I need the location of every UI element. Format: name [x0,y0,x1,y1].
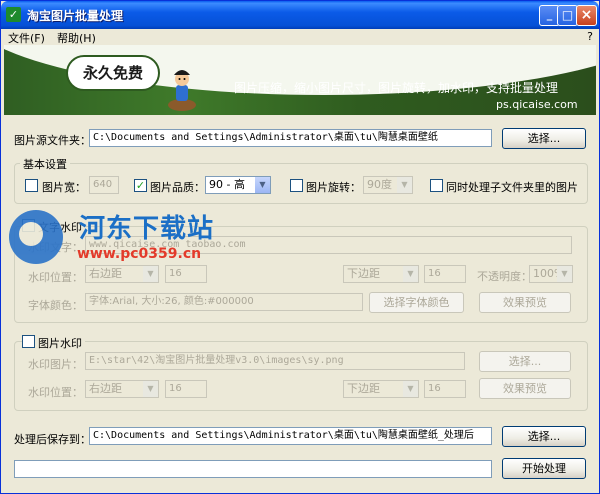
img-wm-browse-button[interactable]: 选择... [479,351,571,372]
wm-text-input[interactable]: www.qicaise.com taobao.com [85,236,572,254]
rotate-label: 图片旋转： [306,181,361,194]
menu-help[interactable]: 帮助(H) [57,30,96,46]
quality-select[interactable]: 90 - 高 ▼ [205,176,271,194]
wm-opacity-label: 不透明度： [477,270,532,283]
wm-pos2-value: 下边距 [347,267,380,280]
app-window: ✓ 淘宝图片批量处理 _ □ × 文件(F) 帮助(H) ? 永久免费 图片压缩… [0,0,600,494]
output-path-input[interactable]: C:\Documents and Settings\Administrator\… [89,427,492,445]
rotate-select[interactable]: 90度 ▼ [363,176,413,194]
output-label: 处理后保存到： [14,433,91,446]
quality-select-value: 90 - 高 [209,178,245,191]
rotate-checkbox[interactable] [290,179,303,192]
window-title: 淘宝图片批量处理 [27,9,124,23]
wm-pos2-select[interactable]: 下边距 ▼ [343,265,419,283]
img-wm-preview-button[interactable]: 效果预览 [479,378,571,399]
source-path-input[interactable]: C:\Documents and Settings\Administrator\… [89,129,492,147]
banner-slogan: 图片压缩，缩小图片尺寸，图片旋转，加水印，支持批量处理 [234,81,559,95]
text-watermark-checkbox[interactable] [22,219,35,232]
menu-file[interactable]: 文件(F) [8,30,45,46]
wm-font-input[interactable]: 字体:Arial, 大小:26, 颜色:#000000 [85,293,363,311]
chevron-down-icon: ▼ [143,266,158,282]
wm-pos-value: 右边距 [89,267,122,280]
basic-settings-title: 基本设置 [20,156,70,172]
img-wm-pos-value: 右边距 [89,382,122,395]
source-browse-button[interactable]: 选择... [502,128,586,149]
rotate-select-value: 90度 [367,178,392,191]
wm-font-button[interactable]: 选择字体颜色 [369,292,464,313]
mascot-icon [168,70,196,111]
wm-pos2-num[interactable]: 16 [424,265,466,283]
chevron-down-icon: ▼ [255,177,270,193]
progress-bar [14,460,492,478]
img-wm-pos-label: 水印位置： [28,386,83,399]
chevron-down-icon: ▼ [403,266,418,282]
img-wm-path-input[interactable]: E:\star\42\淘宝图片批量处理v3.0\images\sy.png [85,352,465,370]
menu-bar: 文件(F) 帮助(H) ? [1,29,599,45]
img-wm-pos2-num[interactable]: 16 [424,380,466,398]
wm-pos-select[interactable]: 右边距 ▼ [85,265,159,283]
text-watermark-title: 文字水印 [35,219,85,235]
wm-text-label: 水印文字： [28,241,83,254]
subfolder-label: 同时处理子文件夹里的图片 [446,181,578,194]
menu-help-question[interactable]: ? [587,30,593,43]
quality-checkbox[interactable]: ✓ [134,179,147,192]
app-icon: ✓ [6,7,21,22]
img-wm-pos-num[interactable]: 16 [165,380,207,398]
img-wm-pos2-value: 下边距 [347,382,380,395]
wm-font-label: 字体颜色： [28,299,83,312]
chevron-down-icon: ▼ [143,381,158,397]
wm-text-preview-button[interactable]: 效果预览 [479,292,571,313]
chevron-down-icon: ▼ [557,266,572,282]
title-bar[interactable]: ✓ 淘宝图片批量处理 _ □ × [1,1,599,29]
source-label: 图片源文件夹： [14,134,91,147]
image-watermark-checkbox[interactable] [22,335,35,348]
img-wm-pos-select[interactable]: 右边距 ▼ [85,380,159,398]
banner-bubble: 永久免费 [66,55,160,91]
banner: 永久免费 图片压缩，缩小图片尺寸，图片旋转，加水印，支持批量处理 ps.qica… [4,45,596,115]
wm-opacity-select[interactable]: 100% ▼ [529,265,573,283]
chevron-down-icon: ▼ [397,177,412,193]
quality-label: 图片品质： [150,181,205,194]
img-wm-label: 水印图片： [28,358,83,371]
width-input[interactable]: 640 [89,176,119,194]
subfolder-checkbox[interactable] [430,179,443,192]
img-wm-pos2-select[interactable]: 下边距 ▼ [343,380,419,398]
start-button[interactable]: 开始处理 [502,458,586,479]
close-button[interactable]: × [576,5,597,26]
width-checkbox[interactable] [25,179,38,192]
maximize-button[interactable]: □ [557,5,578,26]
wm-pos-num[interactable]: 16 [165,265,207,283]
output-browse-button[interactable]: 选择... [502,426,586,447]
width-label: 图片宽： [42,181,86,194]
image-watermark-title: 图片水印 [35,335,85,351]
chevron-down-icon: ▼ [403,381,418,397]
wm-pos-label: 水印位置： [28,271,83,284]
banner-url: ps.qicaise.com [496,98,578,111]
